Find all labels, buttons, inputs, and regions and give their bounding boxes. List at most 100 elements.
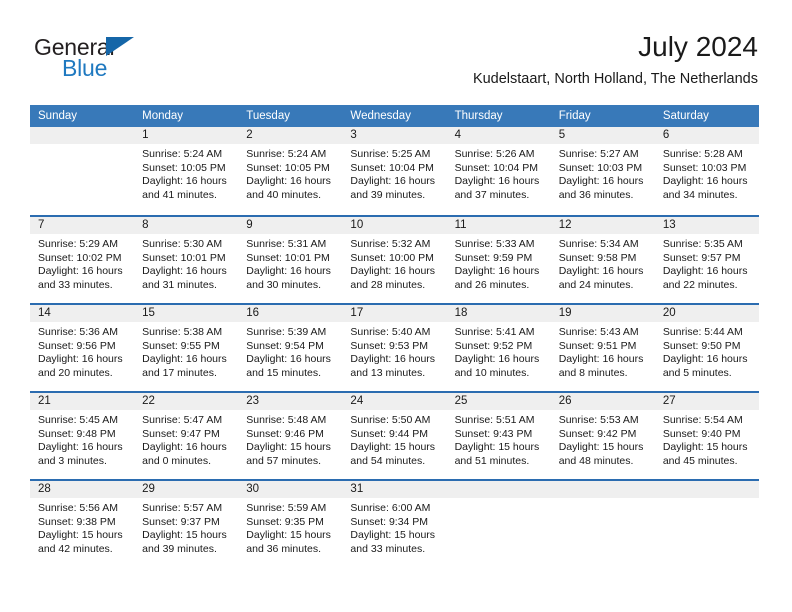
calendar-day-cell[interactable]: 13 Sunrise: 5:35 AM Sunset: 9:57 PM Dayligh…: [654, 217, 759, 303]
calendar-day-cell[interactable]: 20 Sunrise: 5:44 AM Sunset: 9:50 PM Dayligh…: [654, 305, 759, 391]
day-number: 25: [446, 393, 551, 410]
sunset-text: Sunset: 9:52 PM: [454, 339, 533, 352]
calendar-day-cell[interactable]: 28 Sunrise: 5:56 AM Sunset: 9:38 PM Dayligh…: [30, 481, 135, 567]
day-details: Sunrise: 5:40 AM Sunset: 9:53 PM Daylight:…: [342, 322, 446, 380]
day-details: Sunrise: 5:57 AM Sunset: 9:37 PM Daylight:…: [134, 498, 238, 556]
calendar-day-cell[interactable]: 5 Sunrise: 5:27 AM Sunset: 10:03 PM Dayligh…: [550, 127, 655, 215]
day-number: 13: [654, 217, 759, 234]
calendar-day-cell[interactable]: 17 Sunrise: 5:40 AM Sunset: 9:53 PM Dayligh…: [342, 305, 447, 391]
sunrise-text: Sunrise: 5:57 AM: [142, 502, 223, 514]
sunrise-text: Sunrise: 6:00 AM: [350, 502, 431, 514]
day-number: 8: [134, 217, 239, 234]
calendar-day-cell[interactable]: 16 Sunrise: 5:39 AM Sunset: 9:54 PM Dayligh…: [238, 305, 343, 391]
sunrise-text: Sunrise: 5:24 AM: [142, 148, 223, 160]
weekday-header-saturday: Saturday: [662, 110, 709, 122]
day-details: Sunrise: 5:25 AM Sunset: 10:04 PM Daylight…: [342, 144, 446, 202]
sunset-text: Sunset: 9:56 PM: [38, 339, 116, 352]
daylight-text-line1: Daylight: 15 hours: [246, 529, 331, 541]
calendar-day-cell[interactable]: 15 Sunrise: 5:38 AM Sunset: 9:55 PM Dayligh…: [134, 305, 239, 391]
calendar-day-cell[interactable]: 11 Sunrise: 5:33 AM Sunset: 9:59 PM Dayligh…: [446, 217, 551, 303]
sunrise-text: Sunrise: 5:32 AM: [350, 238, 431, 250]
calendar-day-cell[interactable]: 24 Sunrise: 5:50 AM Sunset: 9:44 PM Dayligh…: [342, 393, 447, 479]
day-details: Sunrise: 5:33 AM Sunset: 9:59 PM Daylight:…: [447, 234, 551, 292]
daylight-text-line2: and 15 minutes.: [246, 366, 321, 379]
logo-triangle-icon: [106, 37, 134, 56]
sunrise-text: Sunrise: 5:29 AM: [38, 238, 118, 250]
weekday-header-monday: Monday: [142, 110, 184, 122]
calendar-day-cell[interactable]: 3 Sunrise: 5:25 AM Sunset: 10:04 PM Dayligh…: [342, 127, 447, 215]
page-subtitle: Kudelstaart, North Holland, The Netherla…: [472, 71, 758, 87]
daylight-text-line1: Daylight: 16 hours: [350, 353, 436, 365]
calendar-day-cell[interactable]: 19 Sunrise: 5:43 AM Sunset: 9:51 PM Dayligh…: [550, 305, 655, 391]
daylight-text-line1: Daylight: 16 hours: [350, 175, 436, 187]
calendar-week-row: 21 Sunrise: 5:45 AM Sunset: 9:48 PM Dayligh…: [30, 391, 759, 479]
day-number: 29: [134, 481, 239, 498]
daylight-text-line1: Daylight: 16 hours: [142, 265, 227, 277]
day-number: 31: [342, 481, 447, 498]
calendar-day-cell[interactable]: 1 Sunrise: 5:24 AM Sunset: 10:05 PM Dayligh…: [134, 127, 239, 215]
sunrise-text: Sunrise: 5:41 AM: [454, 326, 535, 338]
daylight-text-line2: and 37 minutes.: [454, 188, 530, 201]
sunset-text: Sunset: 10:00 PM: [350, 251, 434, 264]
calendar-day-cell[interactable]: 18 Sunrise: 5:41 AM Sunset: 9:52 PM Dayligh…: [446, 305, 551, 391]
calendar-day-cell[interactable]: 7 Sunrise: 5:29 AM Sunset: 10:02 PM Dayligh…: [30, 217, 135, 303]
calendar-day-cell[interactable]: 4 Sunrise: 5:26 AM Sunset: 10:04 PM Dayligh…: [446, 127, 551, 215]
calendar-day-cell[interactable]: 31 Sunrise: 6:00 AM Sunset: 9:34 PM Dayligh…: [342, 481, 447, 567]
sunset-text: Sunset: 9:46 PM: [246, 427, 324, 440]
calendar-day-cell[interactable]: 27 Sunrise: 5:54 AM Sunset: 9:40 PM Dayligh…: [654, 393, 759, 479]
sunrise-text: Sunrise: 5:26 AM: [454, 148, 535, 160]
day-number: 27: [654, 393, 759, 410]
day-number: 9: [238, 217, 343, 234]
calendar-day-cell[interactable]: 25 Sunrise: 5:51 AM Sunset: 9:43 PM Dayligh…: [446, 393, 551, 479]
sunset-text: Sunset: 9:40 PM: [662, 427, 741, 440]
daylight-text-line2: and 33 minutes.: [38, 278, 113, 291]
weekday-header-sunday: Sunday: [38, 110, 78, 122]
sunset-text: Sunset: 10:03 PM: [558, 161, 643, 174]
calendar-day-cell[interactable]: 14 Sunrise: 5:36 AM Sunset: 9:56 PM Dayligh…: [30, 305, 135, 391]
day-details: Sunrise: 6:00 AM Sunset: 9:34 PM Daylight:…: [342, 498, 446, 556]
daylight-text-line2: and 33 minutes.: [350, 542, 426, 555]
calendar-day-cell[interactable]: 12 Sunrise: 5:34 AM Sunset: 9:58 PM Dayligh…: [550, 217, 655, 303]
calendar-grid: Sunday Monday Tuesday Wednesday Thursday…: [30, 105, 759, 567]
day-details: Sunrise: 5:43 AM Sunset: 9:51 PM Daylight:…: [551, 322, 655, 380]
weekday-header-friday: Friday: [558, 110, 591, 122]
calendar-day-cell[interactable]: 30 Sunrise: 5:59 AM Sunset: 9:35 PM Dayligh…: [238, 481, 343, 567]
daylight-text-line2: and 45 minutes.: [662, 454, 738, 467]
sunrise-text: Sunrise: 5:28 AM: [662, 148, 743, 160]
daylight-text-line2: and 39 minutes.: [142, 542, 217, 555]
sunset-text: Sunset: 9:42 PM: [558, 427, 637, 440]
calendar-day-cell[interactable]: 22 Sunrise: 5:47 AM Sunset: 9:47 PM Dayligh…: [134, 393, 239, 479]
calendar-day-cell[interactable]: 10 Sunrise: 5:32 AM Sunset: 10:00 PM Daylig…: [342, 217, 447, 303]
calendar-day-cell[interactable]: 23 Sunrise: 5:48 AM Sunset: 9:46 PM Dayligh…: [238, 393, 343, 479]
daylight-text-line2: and 36 minutes.: [558, 188, 634, 201]
sunrise-text: Sunrise: 5:30 AM: [142, 238, 223, 250]
calendar-day-cell-empty: [550, 481, 655, 567]
day-number: 1: [134, 127, 239, 144]
calendar-day-cell[interactable]: 21 Sunrise: 5:45 AM Sunset: 9:48 PM Dayligh…: [30, 393, 135, 479]
day-number: 4: [446, 127, 551, 144]
calendar-day-cell[interactable]: 6 Sunrise: 5:28 AM Sunset: 10:03 PM Dayligh…: [654, 127, 759, 215]
day-details: Sunrise: 5:31 AM Sunset: 10:01 PM Daylight…: [238, 234, 342, 292]
calendar-day-cell[interactable]: 8 Sunrise: 5:30 AM Sunset: 10:01 PM Dayligh…: [134, 217, 239, 303]
day-number: 24: [342, 393, 447, 410]
daylight-text-line1: Daylight: 16 hours: [38, 265, 123, 277]
daylight-text-line2: and 40 minutes.: [246, 188, 321, 201]
day-details: Sunrise: 5:35 AM Sunset: 9:57 PM Daylight:…: [655, 234, 759, 292]
day-details: Sunrise: 5:47 AM Sunset: 9:47 PM Daylight:…: [134, 410, 238, 468]
calendar-day-cell[interactable]: 2 Sunrise: 5:24 AM Sunset: 10:05 PM Dayligh…: [238, 127, 343, 215]
daylight-text-line1: Daylight: 16 hours: [142, 175, 227, 187]
sunrise-text: Sunrise: 5:50 AM: [350, 414, 431, 426]
calendar-day-cell[interactable]: 29 Sunrise: 5:57 AM Sunset: 9:37 PM Dayligh…: [134, 481, 239, 567]
daylight-text-line1: Daylight: 15 hours: [558, 441, 644, 453]
day-details: Sunrise: 5:36 AM Sunset: 9:56 PM Daylight:…: [30, 322, 134, 380]
calendar-day-cell[interactable]: 26 Sunrise: 5:53 AM Sunset: 9:42 PM Dayligh…: [550, 393, 655, 479]
daylight-text-line1: Daylight: 15 hours: [246, 441, 331, 453]
calendar-day-cell[interactable]: 9 Sunrise: 5:31 AM Sunset: 10:01 PM Dayligh…: [238, 217, 343, 303]
calendar-weeks: 1 Sunrise: 5:24 AM Sunset: 10:05 PM Dayligh…: [30, 127, 759, 567]
sunset-text: Sunset: 10:04 PM: [454, 161, 539, 174]
daylight-text-line2: and 28 minutes.: [350, 278, 426, 291]
daylight-text-line2: and 51 minutes.: [454, 454, 530, 467]
sunset-text: Sunset: 9:47 PM: [142, 427, 220, 440]
sunrise-text: Sunrise: 5:53 AM: [558, 414, 639, 426]
sunrise-text: Sunrise: 5:51 AM: [454, 414, 535, 426]
